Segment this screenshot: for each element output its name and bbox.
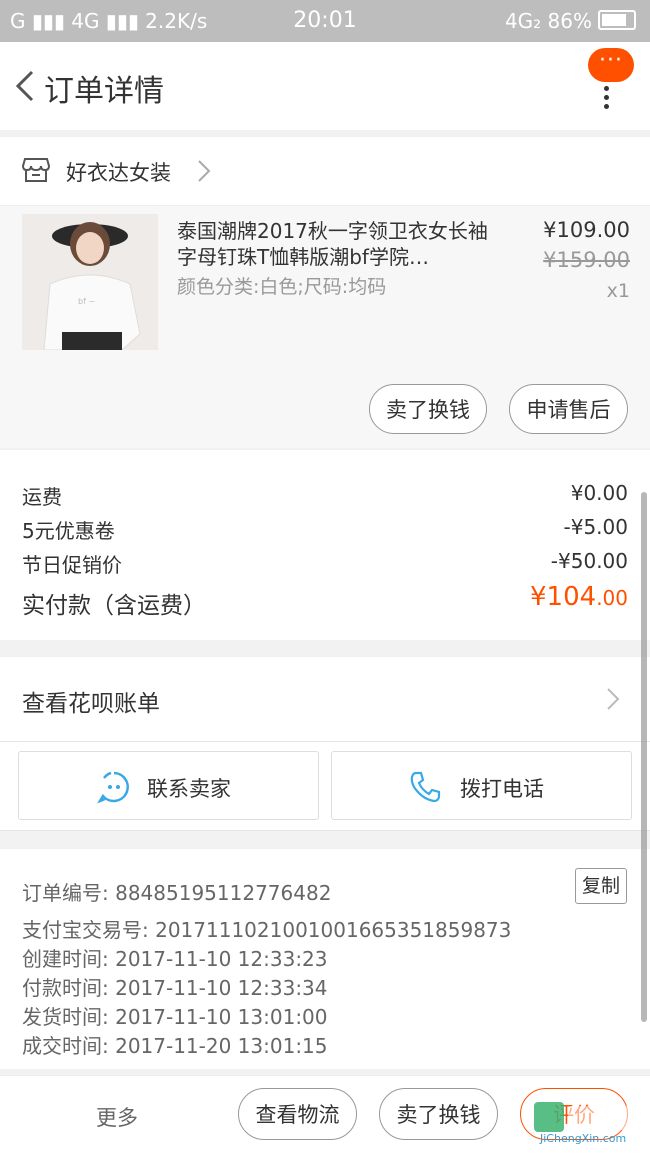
scrollbar[interactable] — [641, 492, 647, 1022]
contact-seller-label[interactable]: 联系卖家 — [147, 773, 231, 803]
product-title[interactable]: 泰国潮牌2017秋一字领卫衣女长袖字母钉珠T恤韩版潮bf学院… — [177, 218, 502, 270]
huabei-bill-label[interactable]: 查看花呗账单 — [22, 684, 160, 718]
shop-row[interactable]: 好衣达女装 — [0, 137, 650, 206]
fee-value: ¥0.00 — [570, 481, 628, 505]
chevron-right-icon — [198, 160, 211, 182]
status-bar: G ▮▮▮ 4G ▮▮▮ 2.2K/s 20:01 4G₂ 86% — [0, 0, 650, 42]
sell-for-cash-button[interactable]: 卖了换钱 — [369, 384, 487, 434]
battery-icon — [598, 10, 636, 30]
paid-time: 付款时间: 2017-11-10 12:33:34 — [22, 976, 328, 1000]
svg-text:bf ~: bf ~ — [78, 297, 95, 306]
phone-icon — [410, 771, 441, 803]
shop-icon — [22, 158, 50, 182]
product-photo-illustration: bf ~ — [22, 214, 158, 350]
chevron-right-icon — [607, 688, 620, 710]
contact-bar: 联系卖家 拨打电话 — [0, 742, 650, 831]
total-value-decimal: .00 — [596, 586, 628, 610]
back-arrow-icon[interactable] — [12, 66, 46, 106]
battery-percent: 4G₂ 86% — [504, 9, 592, 33]
product-price: ¥109.00 — [543, 218, 630, 242]
order-number: 订单编号: 88485195112776482 — [22, 881, 332, 905]
more-dots-icon[interactable] — [604, 86, 612, 113]
total-label: 实付款（含运费） — [22, 593, 206, 619]
apply-after-sale-button[interactable]: 申请售后 — [509, 384, 628, 434]
chat-bubble-icon — [97, 771, 129, 804]
call-phone-label[interactable]: 拨打电话 — [460, 773, 544, 803]
fee-row-coupon: 5元优惠卷 -¥5.00 — [22, 515, 628, 544]
huabei-bill-row[interactable]: 查看花呗账单 — [0, 657, 650, 742]
shipped-time: 发货时间: 2017-11-10 13:01:00 — [22, 1005, 328, 1029]
contact-seller-button[interactable]: 联系卖家 — [18, 751, 319, 820]
watermark-text: JiChengXin.com — [540, 1132, 627, 1145]
alipay-transaction-number: 支付宝交易号: 2017111021001001665351859873 — [22, 918, 512, 942]
more-menu-button[interactable]: ··· — [588, 48, 636, 110]
created-time: 创建时间: 2017-11-10 12:33:23 — [22, 947, 328, 971]
more-button[interactable]: 更多 — [96, 1102, 138, 1132]
fee-value: -¥5.00 — [563, 515, 628, 539]
call-phone-button[interactable]: 拨打电话 — [331, 751, 632, 820]
fee-label: 节日促销价 — [22, 553, 122, 577]
status-right: 4G₂ 86% — [505, 9, 636, 33]
fee-row-total: 实付款（含运费） ¥104.00 — [22, 582, 628, 620]
fee-label: 运费 — [22, 485, 62, 509]
message-badge[interactable]: ··· — [588, 48, 634, 82]
fee-summary: 运费 ¥0.00 5元优惠卷 -¥5.00 节日促销价 -¥50.00 实付款（… — [0, 450, 650, 640]
order-info: 订单编号: 88485195112776482 复制 支付宝交易号: 20171… — [0, 849, 650, 1069]
fee-row-promo: 节日促销价 -¥50.00 — [22, 549, 628, 578]
site-watermark: JiChengXin.com — [532, 1098, 647, 1146]
fee-value: -¥50.00 — [550, 549, 628, 573]
fee-label: 5元优惠卷 — [22, 519, 115, 543]
fee-row-shipping: 运费 ¥0.00 — [22, 481, 628, 510]
product-card[interactable]: bf ~ 泰国潮牌2017秋一字领卫衣女长袖字母钉珠T恤韩版潮bf学院… 颜色分… — [0, 206, 650, 448]
view-logistics-button[interactable]: 查看物流 — [238, 1088, 357, 1140]
copy-button[interactable]: 复制 — [575, 868, 627, 904]
sell-for-cash-bottom-button[interactable]: 卖了换钱 — [379, 1088, 498, 1140]
product-original-price: ¥159.00 — [543, 248, 630, 272]
product-spec: 颜色分类:白色;尺码:均码 — [177, 276, 387, 298]
completed-time: 成交时间: 2017-11-20 13:01:15 — [22, 1034, 328, 1058]
product-quantity: x1 — [606, 280, 630, 302]
product-image[interactable]: bf ~ — [22, 214, 158, 350]
page-title: 订单详情 — [44, 74, 164, 109]
shop-name[interactable]: 好衣达女装 — [66, 157, 171, 187]
total-value: ¥104.00 — [530, 582, 628, 612]
total-value-integer: ¥104 — [530, 582, 597, 612]
app-header: 订单详情 ··· — [0, 42, 650, 130]
